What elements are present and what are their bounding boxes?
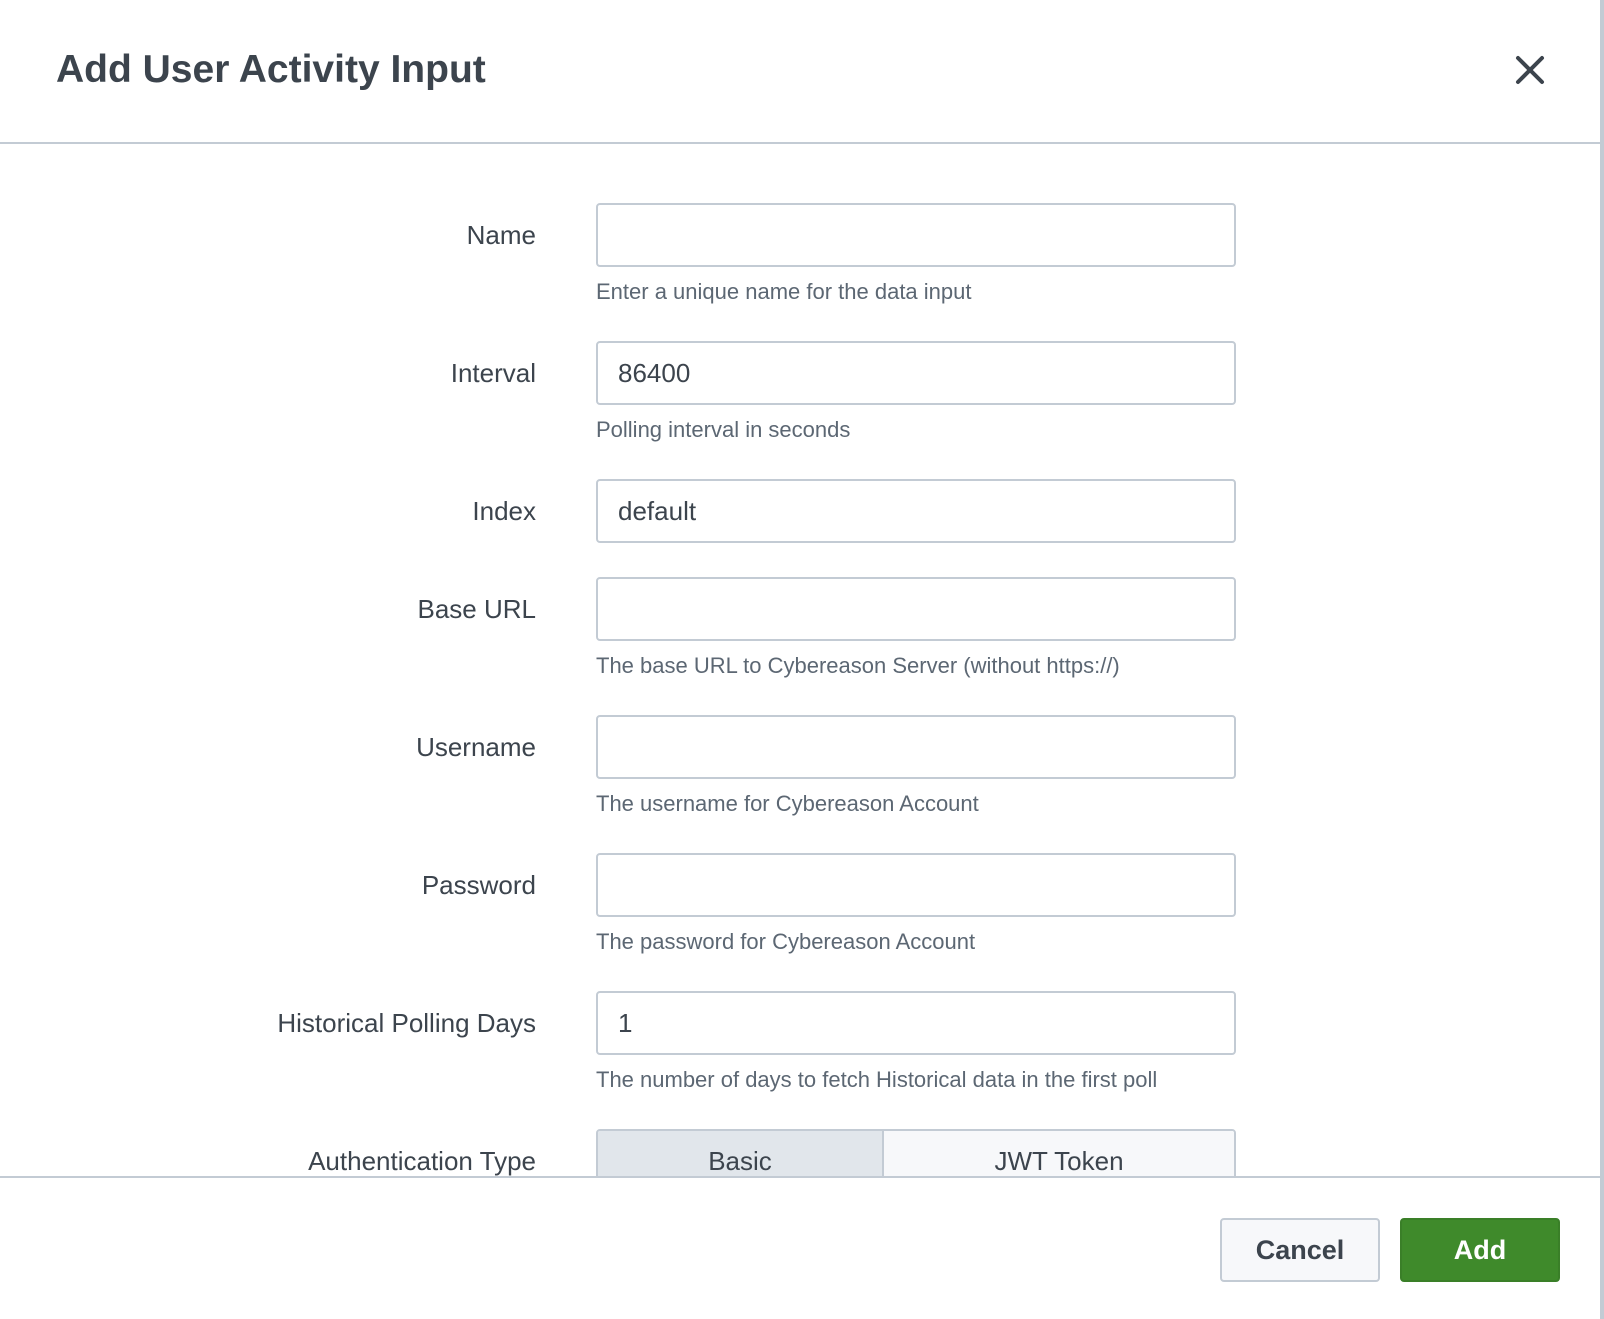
username-input[interactable] (596, 715, 1236, 779)
name-help: Enter a unique name for the data input (596, 279, 972, 304)
name-label: Name (466, 220, 536, 250)
historical-days-help: The number of days to fetch Historical d… (596, 1067, 1158, 1092)
name-input[interactable] (596, 203, 1236, 267)
base-url-input[interactable] (596, 577, 1236, 641)
dialog-body[interactable]: Name Enter a unique name for the data in… (0, 144, 1600, 1176)
historical-days-input[interactable] (596, 991, 1236, 1055)
base-url-label: Base URL (417, 594, 537, 624)
dialog-footer: Cancel Add (0, 1176, 1600, 1319)
password-help: The password for Cybereason Account (596, 929, 976, 954)
auth-basic-option[interactable]: Basic (598, 1131, 884, 1176)
username-help: The username for Cybereason Account (596, 791, 979, 816)
add-input-dialog: Add User Activity Input Name Enter a uni… (0, 0, 1604, 1319)
cancel-button[interactable]: Cancel (1220, 1218, 1380, 1282)
auth-type-label: Authentication Type (308, 1146, 536, 1176)
dialog-header: Add User Activity Input (0, 0, 1600, 144)
close-button[interactable] (1510, 50, 1550, 90)
index-input[interactable] (596, 479, 1236, 543)
historical-days-label: Historical Polling Days (277, 1008, 536, 1038)
username-label: Username (416, 732, 536, 762)
dialog-title: Add User Activity Input (56, 48, 486, 91)
interval-input[interactable] (596, 341, 1236, 405)
close-icon (1516, 56, 1544, 84)
auth-jwt-option[interactable]: JWT Token (884, 1131, 1234, 1176)
interval-label: Interval (450, 358, 536, 388)
auth-type-toggle: Basic JWT Token (596, 1129, 1236, 1176)
password-label: Password (421, 870, 536, 900)
interval-help: Polling interval in seconds (596, 417, 851, 442)
base-url-help: The base URL to Cybereason Server (witho… (596, 653, 1120, 678)
index-label: Index (472, 496, 536, 526)
add-button[interactable]: Add (1400, 1218, 1560, 1282)
password-input[interactable] (596, 853, 1236, 917)
